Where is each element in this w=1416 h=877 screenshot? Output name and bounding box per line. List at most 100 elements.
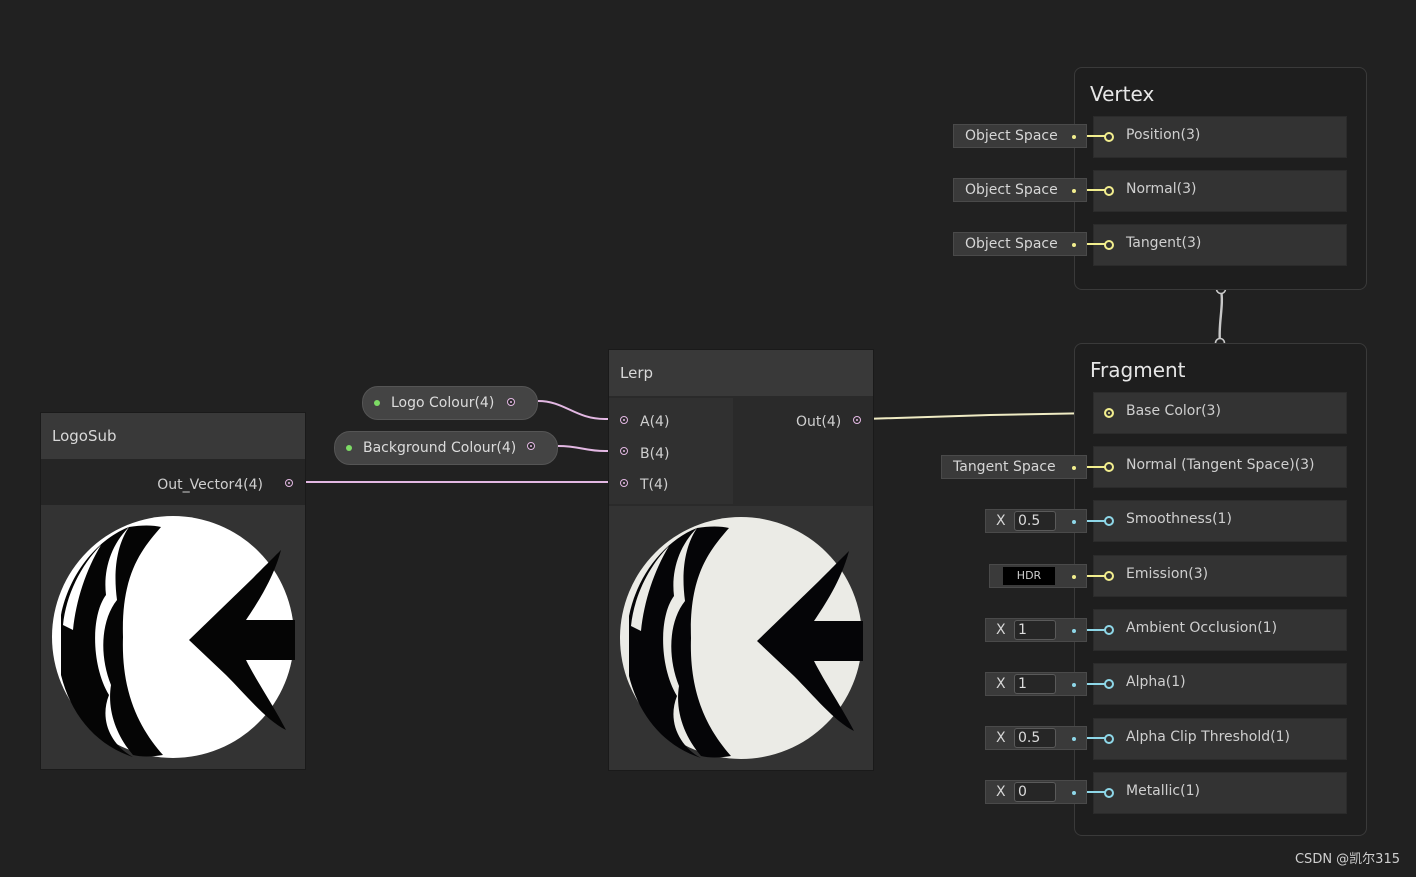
lerp-node[interactable]: Lerp A(4) B(4) T(4) Out(4) (608, 349, 874, 771)
ambient-occlusion-value-field[interactable]: 1 (1014, 620, 1056, 640)
block-label: Tangent(3) (1126, 235, 1202, 251)
input-port-icon[interactable] (1104, 788, 1114, 798)
node-preview (41, 505, 305, 769)
space-widget-position[interactable]: Object Space (953, 124, 1087, 148)
property-label: Logo Colour(4) (391, 395, 495, 411)
watermark: CSDN @凯尔315 (1294, 852, 1400, 867)
input-port-a[interactable]: A(4) (640, 412, 669, 432)
input-port-icon[interactable] (1104, 240, 1114, 250)
block-label: Position(3) (1126, 127, 1201, 143)
input-port-icon[interactable] (1104, 132, 1114, 142)
space-label: Object Space (965, 236, 1058, 252)
block-position[interactable]: Position(3) (1093, 116, 1347, 158)
block-metallic[interactable]: Metallic(1) (1093, 772, 1347, 814)
input-port-b-icon[interactable] (620, 447, 628, 455)
space-widget-normal-tangent[interactable]: Tangent Space (941, 455, 1087, 479)
output-port-out-vector4[interactable]: Out_Vector4(4) (157, 475, 263, 495)
block-label: Alpha Clip Threshold(1) (1126, 729, 1290, 745)
space-widget-normal[interactable]: Object Space (953, 178, 1087, 202)
node-preview (609, 506, 873, 770)
color-widget-emission[interactable]: HDR (989, 564, 1087, 588)
block-emission[interactable]: Emission(3) (1093, 555, 1347, 597)
block-normal[interactable]: Normal(3) (1093, 170, 1347, 212)
input-port-a-icon[interactable] (620, 416, 628, 424)
property-label: Background Colour(4) (363, 440, 517, 456)
connector-dot-icon (1072, 575, 1076, 579)
block-label: Ambient Occlusion(1) (1126, 620, 1278, 636)
block-alpha-clip-threshold[interactable]: Alpha Clip Threshold(1) (1093, 718, 1347, 760)
property-indicator-icon (346, 445, 352, 451)
block-label: Normal (Tangent Space)(3) (1126, 457, 1315, 473)
hdr-color-swatch[interactable]: HDR (1003, 567, 1055, 585)
float-widget-metallic[interactable]: X 0 (985, 780, 1087, 804)
input-port-b[interactable]: B(4) (640, 444, 669, 464)
connector-dot-icon (1072, 683, 1076, 687)
context-title: Fragment (1090, 358, 1186, 382)
input-port-t[interactable]: T(4) (640, 475, 668, 495)
wire-logo-colour-to-a (537, 400, 617, 420)
space-widget-tangent[interactable]: Object Space (953, 232, 1087, 256)
output-port-out[interactable]: Out(4) (796, 412, 841, 432)
context-title: Vertex (1090, 82, 1155, 106)
output-port-icon[interactable] (527, 442, 535, 450)
float-widget-alpha[interactable]: X 1 (985, 672, 1087, 696)
alpha-clip-threshold-value-field[interactable]: 0.5 (1014, 728, 1056, 748)
float-widget-ambient-occlusion[interactable]: X 1 (985, 618, 1087, 642)
axis-label: X (996, 513, 1006, 529)
space-label: Object Space (965, 128, 1058, 144)
axis-label: X (996, 730, 1006, 746)
block-label: Metallic(1) (1126, 783, 1200, 799)
input-port-icon[interactable] (1104, 186, 1114, 196)
connector-dot-icon (1072, 629, 1076, 633)
alpha-value-field[interactable]: 1 (1014, 674, 1056, 694)
output-port-icon[interactable] (285, 479, 293, 487)
input-port-icon[interactable] (1104, 625, 1114, 635)
block-alpha[interactable]: Alpha(1) (1093, 663, 1347, 705)
block-label: Alpha(1) (1126, 674, 1186, 690)
port-label: A(4) (640, 414, 670, 430)
block-normal-tangent-space[interactable]: Normal (Tangent Space)(3) (1093, 446, 1347, 488)
block-smoothness[interactable]: Smoothness(1) (1093, 500, 1347, 542)
input-port-icon[interactable] (1104, 734, 1114, 744)
property-background-colour[interactable]: Background Colour(4) (334, 431, 558, 465)
logosub-node[interactable]: LogoSub Out_Vector4(4) (40, 412, 306, 770)
wire-vertex-to-fragment (1218, 289, 1224, 343)
block-label: Smoothness(1) (1126, 511, 1232, 527)
output-port-icon[interactable] (853, 416, 861, 424)
connector-dot-icon (1072, 737, 1076, 741)
smoothness-value-field[interactable]: 0.5 (1014, 511, 1056, 531)
input-port-icon[interactable] (1104, 516, 1114, 526)
output-port-icon[interactable] (507, 398, 515, 406)
axis-label: X (996, 622, 1006, 638)
metallic-value-field[interactable]: 0 (1014, 782, 1056, 802)
connector-dot-icon (1072, 135, 1076, 139)
float-widget-smoothness[interactable]: X 0.5 (985, 509, 1087, 533)
port-label: B(4) (640, 446, 670, 462)
block-label: Normal(3) (1126, 181, 1197, 197)
input-port-t-icon[interactable] (620, 479, 628, 487)
float-widget-alpha-clip-threshold[interactable]: X 0.5 (985, 726, 1087, 750)
space-label: Tangent Space (953, 459, 1056, 475)
property-logo-colour[interactable]: Logo Colour(4) (362, 386, 538, 420)
wire-lerp-out-to-base-color (863, 412, 1099, 420)
connector-dot-icon (1072, 189, 1076, 193)
connector-dot-icon (1072, 243, 1076, 247)
logo-preview-image (52, 516, 295, 758)
connector-dot-icon (1072, 791, 1076, 795)
space-label: Object Space (965, 182, 1058, 198)
axis-label: X (996, 784, 1006, 800)
block-base-color[interactable]: Base Color(3) (1093, 392, 1347, 434)
block-ambient-occlusion[interactable]: Ambient Occlusion(1) (1093, 609, 1347, 651)
port-label: Out_Vector4(4) (157, 477, 263, 493)
port-label: Out(4) (796, 414, 842, 430)
axis-label: X (996, 676, 1006, 692)
input-port-icon[interactable] (1104, 408, 1114, 418)
input-port-icon[interactable] (1104, 679, 1114, 689)
property-indicator-icon (374, 400, 380, 406)
block-label: Emission(3) (1126, 566, 1209, 582)
lerp-preview-image (620, 517, 863, 759)
input-port-icon[interactable] (1104, 571, 1114, 581)
block-label: Base Color(3) (1126, 403, 1221, 419)
input-port-icon[interactable] (1104, 462, 1114, 472)
block-tangent[interactable]: Tangent(3) (1093, 224, 1347, 266)
